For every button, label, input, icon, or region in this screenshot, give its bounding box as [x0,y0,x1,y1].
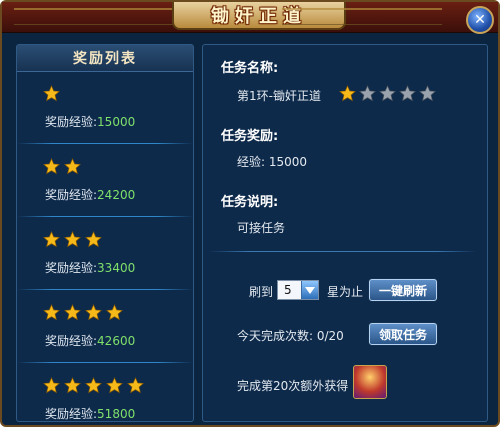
reward-exp-label: 奖励经验:33400 [45,259,135,276]
reward-stars [43,85,60,102]
reward-list-item: 奖励经验:51800 [17,371,193,441]
reward-divider [17,289,193,290]
reward-exp-text: 奖励经验: [45,261,98,275]
task-window: 锄奸正道 ✕ 奖励列表 奖励经验:15000 奖励经验:24200 奖励经验:334… [0,0,500,427]
star-icon [339,85,356,102]
reward-exp-label: 奖励经验:42600 [45,332,135,349]
star-icon [64,304,81,321]
section-divider [209,251,477,252]
star-icon [43,85,60,102]
reward-stars [43,231,102,248]
reward-stars [43,304,123,321]
reward-exp-text: 奖励经验: [45,407,98,421]
reward-exp-value: 42600 [97,334,136,348]
chevron-down-icon[interactable] [301,281,318,299]
star-icon [379,85,396,102]
close-icon: ✕ [474,12,486,28]
star-icon [43,304,60,321]
reward-exp-label: 奖励经验:51800 [45,405,135,422]
reward-list-header: 奖励列表 [17,45,193,72]
window-title: 锄奸正道 [211,6,307,27]
task-rating [339,85,436,102]
reward-exp-label: 奖励经验:24200 [45,186,135,203]
reward-exp-value: 51800 [97,407,136,421]
reward-exp-label: 奖励经验:15000 [45,113,135,130]
star-icon [43,377,60,394]
refresh-star-value: 5 [284,283,292,297]
star-icon [106,377,123,394]
one-click-refresh-button[interactable]: 一键刷新 [369,279,437,301]
task-reward-title: 任务奖励: [221,129,279,144]
reward-exp-value: 33400 [97,261,136,275]
star-icon [43,158,60,175]
reward-exp-value: 15000 [97,115,136,129]
star-icon [399,85,416,102]
star-icon [106,304,123,321]
refresh-suffix-label: 星为止 [327,285,364,299]
reward-stars [43,377,144,394]
title-bar: 锄奸正道 ✕ [2,2,498,34]
reward-list-item: 奖励经验:33400 [17,225,193,295]
star-icon [64,231,81,248]
task-name-value: 第1环-锄奸正道 [237,89,321,103]
reward-exp-text: 奖励经验: [45,188,98,202]
reward-exp-text: 奖励经验: [45,115,98,129]
reward-divider [17,216,193,217]
reward-list-item: 奖励经验:42600 [17,298,193,368]
reward-divider [17,143,193,144]
star-icon [64,377,81,394]
star-icon [85,231,102,248]
task-reward-value: 经验: 15000 [237,155,308,169]
reward-exp-value: 24200 [97,188,136,202]
reward-item-icon[interactable] [353,365,387,399]
refresh-star-select[interactable]: 5 [277,280,319,300]
refresh-prefix-label: 刷到 [249,285,274,299]
task-desc-value: 可接任务 [237,221,286,235]
reward-list-panel: 奖励列表 奖励经验:15000 奖励经验:24200 奖励经验:33400 奖励经验:… [16,44,194,422]
reward-stars [43,158,81,175]
star-icon [64,158,81,175]
accept-task-button[interactable]: 领取任务 [369,323,437,345]
title-plate: 锄奸正道 [172,2,346,30]
close-button[interactable]: ✕ [466,6,494,34]
task-info-panel: 任务名称: 第1环-锄奸正道 任务奖励: 经验: 15000 任务说明: 可接任… [202,44,488,422]
star-icon [419,85,436,102]
task-desc-title: 任务说明: [221,195,279,210]
star-icon [359,85,376,102]
daily-count-label: 今天完成次数: 0/20 [237,329,344,343]
star-icon [43,231,60,248]
star-icon [85,304,102,321]
bonus-label: 完成第20次额外获得 [237,379,349,393]
reward-exp-text: 奖励经验: [45,334,98,348]
star-icon [85,377,102,394]
reward-list-item: 奖励经验:15000 [17,79,193,149]
star-icon [127,377,144,394]
reward-list-item: 奖励经验:24200 [17,152,193,222]
reward-divider [17,362,193,363]
task-name-title: 任务名称: [221,61,279,76]
